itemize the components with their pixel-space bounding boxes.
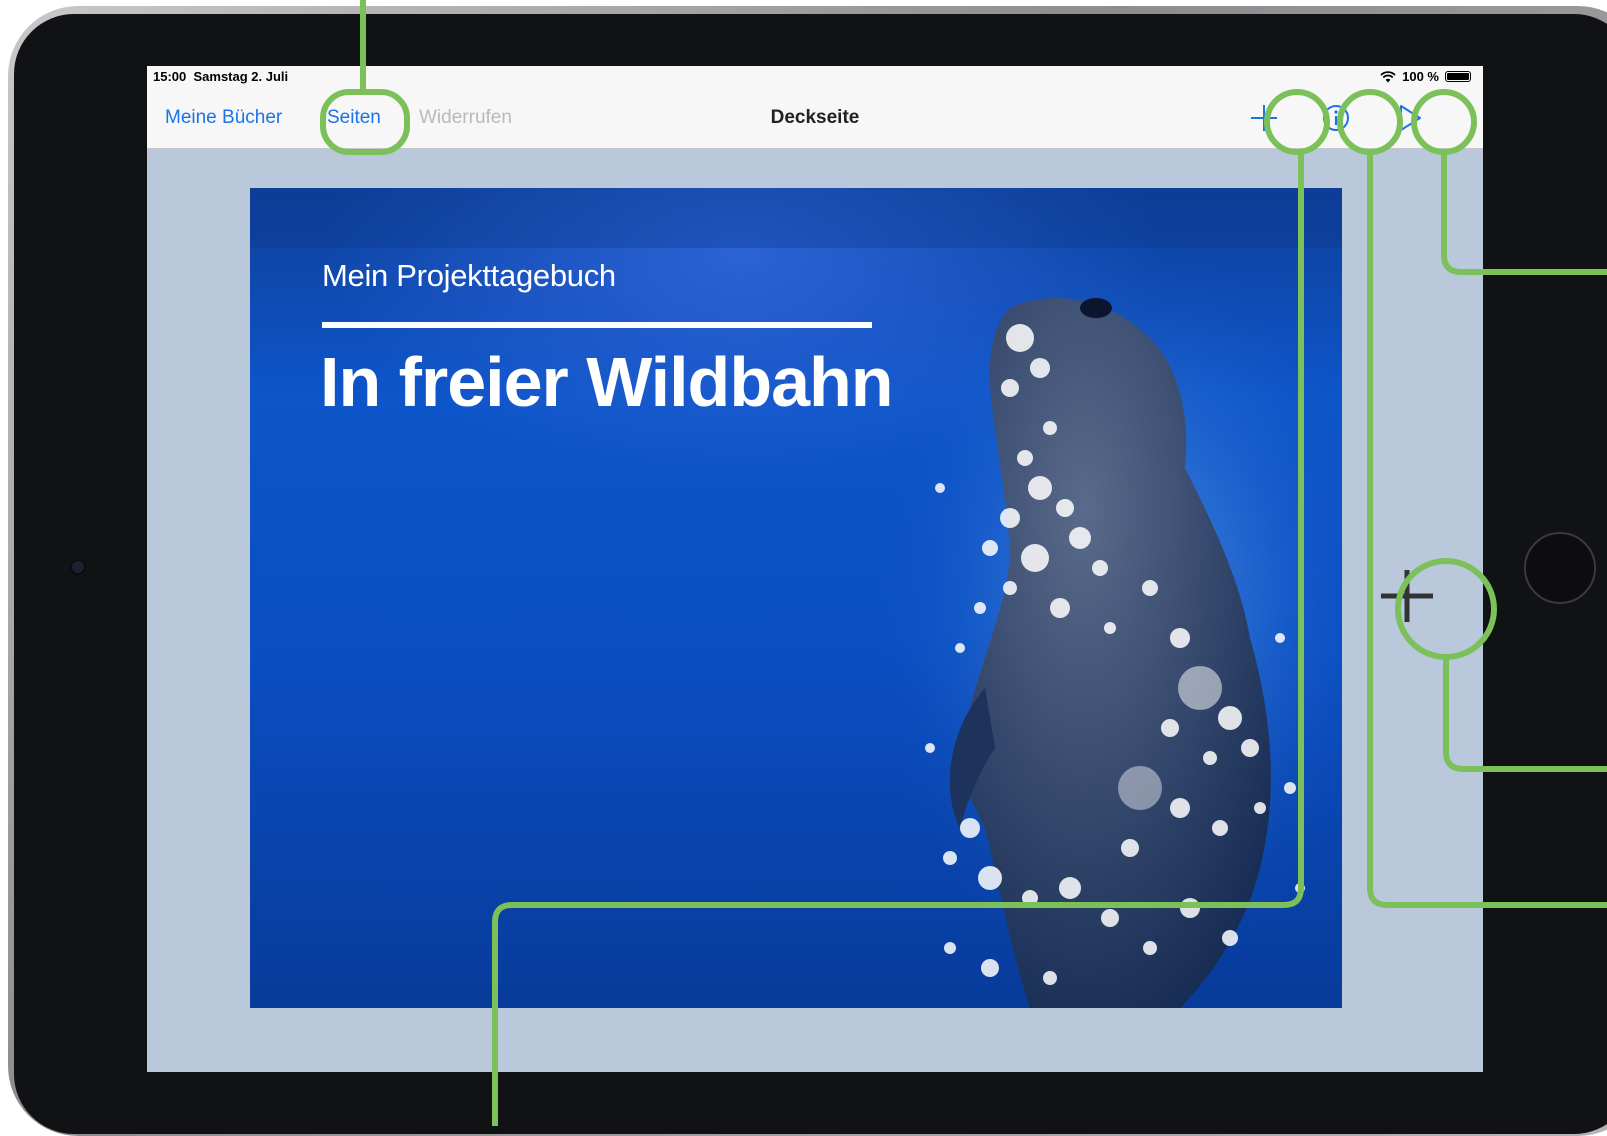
status-time: 15:00 <box>153 69 187 84</box>
battery-icon <box>1445 71 1471 82</box>
add-icon[interactable] <box>1247 101 1281 135</box>
status-right: 100 % <box>1380 69 1471 84</box>
cover-subtitle[interactable]: Mein Projekttagebuch <box>322 258 616 294</box>
cover-page[interactable]: Mein Projekttagebuch In freier Wildbahn <box>250 188 1342 1008</box>
front-camera <box>72 561 84 573</box>
wifi-icon <box>1380 70 1396 82</box>
page-title: Deckseite <box>770 107 860 128</box>
battery-percentage: 100 % <box>1402 69 1439 84</box>
home-button[interactable] <box>1524 532 1596 604</box>
sea-lion-image <box>250 188 1342 1008</box>
status-bar: 15:00 Samstag 2. Juli 100 % <box>147 66 1483 88</box>
info-icon[interactable] <box>1319 101 1353 135</box>
status-time-date: 15:00 Samstag 2. Juli <box>153 69 288 84</box>
cover-headline[interactable]: In freier Wildbahn <box>320 347 920 417</box>
cover-divider <box>322 322 872 328</box>
play-icon[interactable] <box>1392 101 1426 135</box>
status-date: Samstag 2. Juli <box>193 69 289 84</box>
navbar: Meine Bücher Seiten Widerrufen Deckseite <box>147 88 1483 149</box>
screen: 15:00 Samstag 2. Juli 100 % Meine Bücher… <box>147 66 1483 1072</box>
add-page-icon[interactable] <box>1367 556 1447 636</box>
